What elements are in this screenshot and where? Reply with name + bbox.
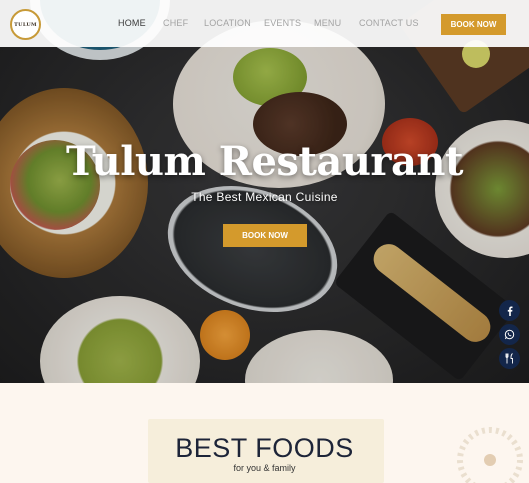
whatsapp-icon (504, 329, 515, 340)
top-navbar: TULUM HOME CHEF LOCATION EVENTS MENU CON… (0, 0, 529, 47)
book-now-nav-button[interactable]: BOOK NOW (441, 14, 506, 35)
nav-chef[interactable]: CHEF (163, 18, 188, 28)
facebook-button[interactable] (499, 300, 520, 321)
logo-text: TULUM (14, 21, 37, 28)
hero-subtitle: The Best Mexican Cuisine (191, 190, 338, 204)
whatsapp-button[interactable] (499, 324, 520, 345)
logo[interactable]: TULUM (10, 9, 41, 40)
utensils-icon (505, 353, 513, 364)
nav-contact-us[interactable]: CONTACT US (359, 18, 419, 28)
circular-badge-icon (457, 427, 523, 483)
best-foods-section: BEST FOODS for you & family (0, 383, 529, 483)
menu-button[interactable] (499, 348, 520, 369)
facebook-icon (507, 306, 512, 316)
hero-title: Tulum Restaurant (66, 138, 463, 185)
nav-events[interactable]: EVENTS (264, 18, 301, 28)
nav-location[interactable]: LOCATION (204, 18, 251, 28)
book-now-hero-button[interactable]: BOOK NOW (223, 224, 307, 247)
nav-home[interactable]: HOME (118, 18, 146, 28)
nav-menu[interactable]: MENU (314, 18, 341, 28)
